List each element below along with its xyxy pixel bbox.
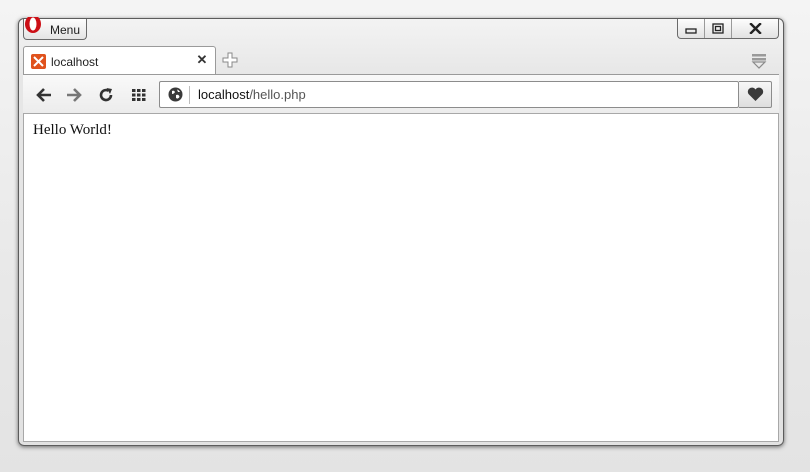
heart-icon	[747, 87, 763, 101]
tab-close-icon[interactable]: ✕	[196, 53, 208, 67]
opera-menu-button[interactable]: Menu	[23, 17, 87, 40]
minimize-icon	[685, 27, 697, 34]
forward-arrow-icon	[67, 88, 82, 102]
speed-dial-grid-icon	[132, 89, 146, 101]
opera-logo-icon	[25, 17, 41, 33]
close-icon	[748, 23, 762, 34]
reload-icon	[99, 88, 113, 102]
speed-dial-button[interactable]	[130, 86, 148, 104]
minimize-button[interactable]	[678, 19, 704, 38]
forward-button[interactable]	[65, 86, 83, 104]
xampp-icon	[31, 54, 46, 69]
navigation-toolbar: localhost/hello.php	[23, 74, 779, 114]
url-text[interactable]: localhost/hello.php	[198, 87, 306, 102]
browser-window: Menu localhost ✕ localhost/hello.php Hel…	[18, 17, 784, 446]
tab-menu-icon[interactable]	[750, 52, 768, 70]
menu-label: Menu	[50, 23, 81, 37]
address-bar[interactable]: localhost/hello.php	[159, 81, 739, 108]
back-button[interactable]	[35, 86, 53, 104]
new-tab-plus-icon[interactable]	[222, 52, 238, 68]
url-host: localhost	[198, 87, 250, 102]
page-viewport: Hello World!	[23, 114, 779, 442]
tab-localhost[interactable]: localhost ✕	[23, 46, 216, 74]
bookmark-button[interactable]	[739, 81, 772, 108]
maximize-button[interactable]	[704, 19, 731, 38]
window-controls	[677, 19, 779, 39]
back-arrow-icon	[36, 88, 51, 102]
url-path: /hello.php	[249, 87, 306, 102]
close-window-button[interactable]	[731, 19, 778, 38]
globe-icon	[168, 87, 183, 102]
maximize-icon	[712, 23, 724, 34]
page-body-text: Hello World!	[33, 122, 112, 138]
tab-title: localhost	[51, 55, 99, 69]
reload-button[interactable]	[97, 86, 115, 104]
address-separator	[189, 86, 190, 104]
